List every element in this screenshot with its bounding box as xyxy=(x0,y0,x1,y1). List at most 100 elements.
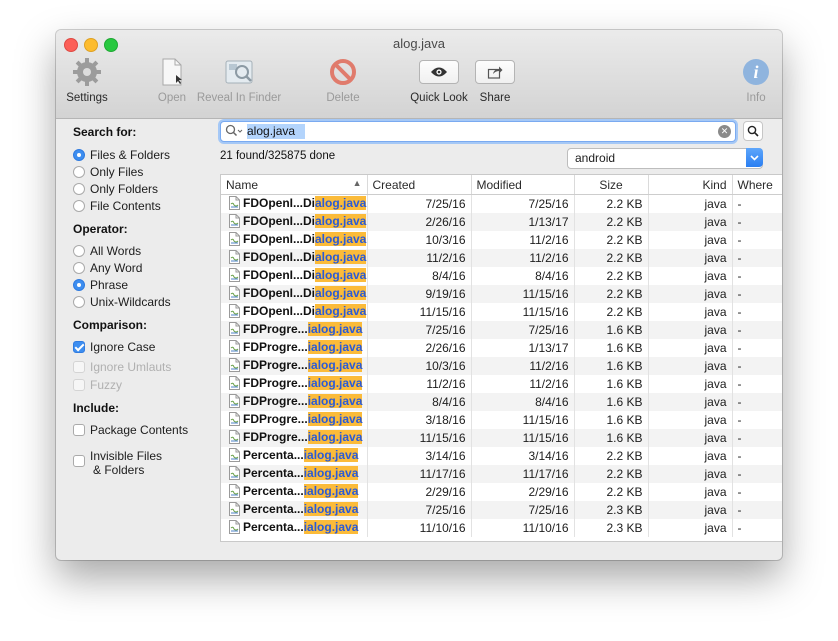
cell-created: 10/3/16 xyxy=(367,231,472,249)
cell-modified: 11/2/16 xyxy=(471,357,575,375)
scope-dropdown[interactable]: android xyxy=(567,148,763,169)
table-row[interactable]: Percenta...ialog.java 11/17/16 11/17/16 2.2… xyxy=(221,465,782,483)
app-window: alog.java Settings Open Reveal In Finder… xyxy=(56,30,782,560)
java-file-icon xyxy=(229,465,240,483)
table-row[interactable]: FDOpenI...Dialog.java 2/26/16 1/13/17 2.2 K… xyxy=(221,213,782,231)
cell-created: 9/19/16 xyxy=(367,285,472,303)
table-row[interactable]: Percenta...ialog.java 2/29/16 2/29/16 2.2 K… xyxy=(221,483,782,501)
cell-where: - xyxy=(732,303,782,321)
file-name-match: ialog.java xyxy=(307,393,363,408)
table-row[interactable]: FDProgre...ialog.java 11/2/16 11/2/16 1.6 K… xyxy=(221,375,782,393)
share-button[interactable]: Share xyxy=(474,56,516,106)
delete-button[interactable]: Delete xyxy=(318,56,368,106)
radio-unix-wildcards[interactable]: Unix-Wildcards xyxy=(73,295,171,309)
table-row[interactable]: FDProgre...ialog.java 2/26/16 1/13/17 1.6 K… xyxy=(221,339,782,357)
file-name-match: ialog.java xyxy=(307,411,363,426)
cell-size: 2.2 KB xyxy=(574,447,649,465)
table-row[interactable]: FDProgre...ialog.java 10/3/16 11/2/16 1.6 K… xyxy=(221,357,782,375)
radio-any-word[interactable]: Any Word xyxy=(73,261,142,275)
column-header-name[interactable]: Name ▲ xyxy=(221,175,368,195)
file-name-match: alog.java xyxy=(315,267,367,282)
checkbox-ignore-umlauts[interactable]: Ignore Umlauts xyxy=(73,360,171,374)
radio-all-words[interactable]: All Words xyxy=(73,244,141,258)
search-input[interactable] xyxy=(247,123,707,139)
table-row[interactable]: FDProgre...ialog.java 7/25/16 7/25/16 1.6 K… xyxy=(221,321,782,339)
column-header-where[interactable]: Where xyxy=(732,175,782,195)
cell-created: 3/18/16 xyxy=(367,411,472,429)
checkbox-ignore-case[interactable]: Ignore Case xyxy=(73,340,155,354)
info-button[interactable]: i Info xyxy=(736,56,776,106)
table-row[interactable]: FDOpenI...Dialog.java 11/2/16 11/2/16 2.2 K… xyxy=(221,249,782,267)
share-icon xyxy=(475,60,515,84)
table-row[interactable]: FDProgre...ialog.java 11/15/16 11/15/16 1.6… xyxy=(221,429,782,447)
file-name-prefix: FDOpenI...Di xyxy=(243,249,315,264)
java-file-icon xyxy=(229,411,240,429)
chevron-down-icon xyxy=(746,148,763,167)
file-name-prefix: FDProgre... xyxy=(243,321,308,336)
cell-size: 1.6 KB xyxy=(574,411,649,429)
file-name-prefix: FDOpenI...Di xyxy=(243,303,315,318)
table-row[interactable]: Percenta...ialog.java 7/25/16 7/25/16 2.3 K… xyxy=(221,501,782,519)
radio-selected-icon xyxy=(73,279,85,291)
table-row[interactable]: Percenta...ialog.java 3/14/16 3/14/16 2.2 K… xyxy=(221,447,782,465)
radio-only-folders[interactable]: Only Folders xyxy=(73,182,158,196)
cell-kind: java xyxy=(648,519,733,537)
radio-only-files[interactable]: Only Files xyxy=(73,165,143,179)
java-file-icon xyxy=(229,429,240,447)
include-heading: Include: xyxy=(73,401,120,415)
file-name-prefix: FDProgre... xyxy=(243,339,308,354)
column-header-kind[interactable]: Kind xyxy=(648,175,733,195)
search-field[interactable]: ✕ xyxy=(220,121,736,142)
cell-where: - xyxy=(732,501,782,519)
quick-look-button[interactable]: Quick Look xyxy=(406,56,472,106)
clear-search-icon[interactable]: ✕ xyxy=(718,125,731,138)
checkbox-package-contents[interactable]: Package Contents xyxy=(73,423,188,437)
reveal-in-finder-button[interactable]: Reveal In Finder xyxy=(196,56,282,106)
cell-kind: java xyxy=(648,194,733,213)
file-name-match: alog.java xyxy=(315,213,367,228)
cell-name: FDOpenI...Dialog.java xyxy=(221,213,368,231)
cell-size: 2.2 KB xyxy=(574,194,649,213)
table-row[interactable]: FDOpenI...Dialog.java 8/4/16 8/4/16 2.2 KB j… xyxy=(221,267,782,285)
cell-name: FDOpenI...Dialog.java xyxy=(221,285,368,303)
cell-kind: java xyxy=(648,231,733,249)
table-row[interactable]: Percenta...ialog.java 11/10/16 11/10/16 2.3… xyxy=(221,519,782,537)
radio-files-folders[interactable]: Files & Folders xyxy=(73,148,170,162)
table-row[interactable]: FDProgre...ialog.java 8/4/16 8/4/16 1.6 KB j… xyxy=(221,393,782,411)
table-row[interactable]: FDOpenI...Dialog.java 11/15/16 11/15/16 2.2… xyxy=(221,303,782,321)
cell-kind: java xyxy=(648,501,733,519)
cell-modified: 1/13/17 xyxy=(471,339,575,357)
file-name-prefix: FDProgre... xyxy=(243,375,308,390)
table-row[interactable]: FDProgre...ialog.java 3/18/16 11/15/16 1.6 … xyxy=(221,411,782,429)
file-name-match: ialog.java xyxy=(303,447,359,462)
cell-where: - xyxy=(732,393,782,411)
radio-phrase[interactable]: Phrase xyxy=(73,278,128,292)
cell-modified: 11/15/16 xyxy=(471,303,575,321)
open-button[interactable]: Open xyxy=(152,56,192,106)
checkbox-invisible-files[interactable]: Invisible Files & Folders xyxy=(73,449,162,477)
file-name-prefix: FDProgre... xyxy=(243,429,308,444)
settings-button[interactable]: Settings xyxy=(60,56,114,106)
java-file-icon xyxy=(229,231,240,249)
cell-name: FDProgre...ialog.java xyxy=(221,411,368,429)
cell-created: 11/15/16 xyxy=(367,429,472,447)
table-row[interactable]: FDOpenI...Dialog.java 10/3/16 11/2/16 2.2 K… xyxy=(221,231,782,249)
search-button[interactable] xyxy=(743,121,763,141)
cell-where: - xyxy=(732,339,782,357)
column-header-modified[interactable]: Modified xyxy=(471,175,575,195)
radio-file-contents[interactable]: File Contents xyxy=(73,199,161,213)
column-header-size[interactable]: Size xyxy=(574,175,649,195)
file-name-match: ialog.java xyxy=(303,501,359,516)
file-name-match: alog.java xyxy=(315,231,367,246)
file-name-match: alog.java xyxy=(315,285,367,300)
column-header-created[interactable]: Created xyxy=(367,175,472,195)
checkbox-fuzzy[interactable]: Fuzzy xyxy=(73,378,122,392)
window-title: alog.java xyxy=(392,36,446,51)
table-row[interactable]: FDOpenI...Dialog.java 9/19/16 11/15/16 2.2 … xyxy=(221,285,782,303)
cell-size: 2.2 KB xyxy=(574,303,649,321)
search-icon xyxy=(225,124,245,141)
file-name-match: ialog.java xyxy=(303,465,359,480)
cell-kind: java xyxy=(648,357,733,375)
java-file-icon xyxy=(229,393,240,411)
table-row[interactable]: FDOpenI...Dialog.java 7/25/16 7/25/16 2.2 K… xyxy=(221,194,782,213)
